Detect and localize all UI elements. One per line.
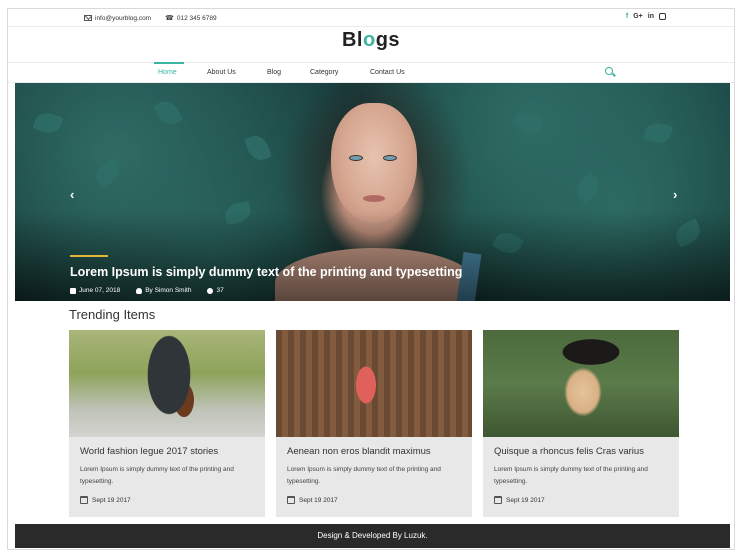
calendar-icon	[70, 287, 76, 294]
card-image[interactable]	[483, 330, 679, 437]
card-date: Sept 19 2017	[494, 496, 545, 504]
prev-slide-icon[interactable]: ‹	[70, 187, 74, 202]
nav-blog[interactable]: Blog	[267, 69, 281, 76]
leaf-decoration	[152, 96, 184, 130]
top-bar: info@yourblog.com ☎ 012 345 6789 f G+ in	[8, 9, 734, 27]
logo-prefix: Bl	[341, 29, 363, 51]
phone-text: 012 345 6789	[176, 14, 217, 22]
search-icon[interactable]	[605, 67, 613, 75]
social-links: f G+ in	[626, 13, 666, 20]
leaf-decoration	[571, 171, 605, 205]
site-footer: Design & Developed By Luzuk.	[15, 524, 730, 548]
card-title[interactable]: World fashion legue 2017 stories	[80, 446, 218, 457]
hero-face	[331, 103, 417, 223]
trending-card[interactable]: Aenean non eros blandit maximus Lorem Ip…	[276, 330, 472, 517]
card-description: Lorem Ipsum is simply dummy text of the …	[80, 466, 234, 485]
hero-date-text: June 07, 2018	[79, 287, 121, 294]
card-description: Lorem Ipsum is simply dummy text of the …	[494, 466, 648, 485]
next-slide-icon[interactable]: ›	[673, 187, 677, 202]
hero-author-text: By Simon Smith	[145, 287, 192, 294]
hero-date: June 07, 2018	[70, 287, 120, 294]
calendar-icon	[80, 496, 88, 504]
card-date-text: Sept 19 2017	[506, 496, 545, 504]
trending-card[interactable]: World fashion legue 2017 stories Lorem I…	[69, 330, 265, 517]
leaf-decoration	[511, 106, 545, 140]
leaf-decoration	[32, 109, 64, 137]
site-logo[interactable]: Blogs	[8, 29, 734, 52]
card-date: Sept 19 2017	[80, 496, 131, 504]
calendar-icon	[494, 496, 502, 504]
phone-icon: ☎	[165, 15, 174, 22]
hero-comments[interactable]: 37	[207, 287, 224, 294]
hero-meta: June 07, 2018 By Simon Smith 37	[70, 287, 224, 294]
card-date: Sept 19 2017	[287, 496, 338, 504]
facebook-icon[interactable]: f	[626, 13, 628, 20]
logo-suffix: gs	[375, 29, 401, 51]
mail-icon	[84, 15, 92, 21]
logo-accent: o	[362, 29, 376, 51]
hero-lips	[363, 195, 385, 202]
instagram-icon[interactable]	[659, 13, 666, 20]
hero-title[interactable]: Lorem Ipsum is simply dummy text of the …	[70, 265, 462, 279]
card-title[interactable]: Aenean non eros blandit maximus	[287, 446, 431, 457]
hero-comments-count: 37	[216, 287, 224, 294]
card-date-text: Sept 19 2017	[299, 496, 338, 504]
leaf-decoration	[91, 157, 125, 189]
nav-contact-us[interactable]: Contact Us	[370, 69, 405, 76]
main-nav: Home About Us Blog Category Contact Us	[8, 62, 734, 83]
card-date-text: Sept 19 2017	[92, 496, 131, 504]
nav-about-us[interactable]: About Us	[207, 69, 236, 76]
hero-eye	[383, 155, 397, 161]
card-title[interactable]: Quisque a rhoncus felis Cras varius	[494, 446, 644, 457]
hero-slider: ‹ › Lorem Ipsum is simply dummy text of …	[15, 83, 730, 301]
hero-accent-line	[70, 255, 108, 257]
leaf-decoration	[642, 119, 674, 147]
nav-category[interactable]: Category	[310, 69, 338, 76]
google-plus-icon[interactable]: G+	[633, 13, 643, 20]
footer-credit: Design & Developed By Luzuk.	[317, 531, 428, 540]
active-indicator	[154, 62, 184, 64]
card-image[interactable]	[276, 330, 472, 437]
calendar-icon	[287, 496, 295, 504]
trending-heading: Trending Items	[69, 307, 156, 322]
leaf-decoration	[244, 132, 272, 164]
comment-icon	[207, 287, 214, 294]
nav-home[interactable]: Home	[158, 69, 177, 76]
email-link[interactable]: info@yourblog.com	[84, 14, 151, 22]
hero-author[interactable]: By Simon Smith	[136, 287, 191, 294]
card-image[interactable]	[69, 330, 265, 437]
user-icon	[136, 287, 143, 294]
hero-eye	[349, 155, 363, 161]
trending-card[interactable]: Quisque a rhoncus felis Cras varius Lore…	[483, 330, 679, 517]
email-text: info@yourblog.com	[95, 14, 152, 22]
contact-info: info@yourblog.com ☎ 012 345 6789	[84, 14, 217, 22]
linkedin-icon[interactable]: in	[648, 13, 654, 20]
page-frame: info@yourblog.com ☎ 012 345 6789 f G+ in…	[7, 8, 735, 550]
card-description: Lorem Ipsum is simply dummy text of the …	[287, 466, 441, 485]
phone-link[interactable]: ☎ 012 345 6789	[165, 14, 217, 23]
